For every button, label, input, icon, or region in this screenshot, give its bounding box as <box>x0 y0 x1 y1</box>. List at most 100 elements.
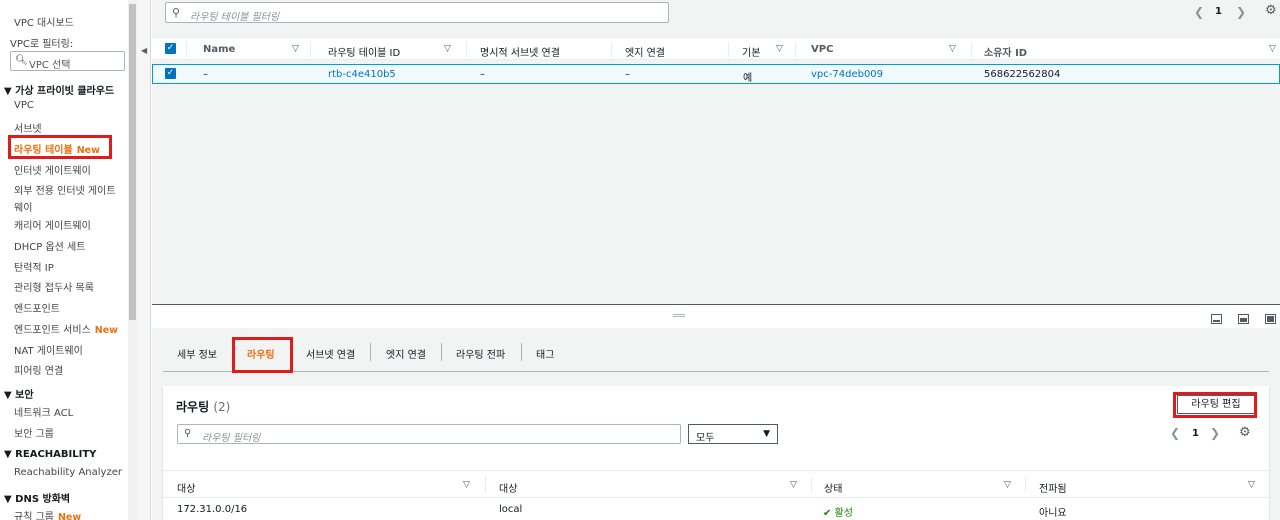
search-icon: ⚲ <box>172 6 181 19</box>
sidebar-item-reachability-analyzer[interactable]: Reachability Analyzer <box>14 467 122 478</box>
gear-icon[interactable]: ⚙ <box>1265 3 1277 18</box>
sidebar-item-endpoints[interactable]: 엔드포인트 <box>14 300 60 315</box>
routes-card: 라우팅 (2) 라우팅 편집 ⚲ 라우팅 필터링 모두 ▼ ❮ 1 ❯ ⚙ 대상… <box>163 386 1269 520</box>
sidebar-item-security-groups[interactable]: 보안 그룹 <box>14 425 54 440</box>
cell-vpc[interactable]: vpc-74deb009 <box>811 69 883 80</box>
routes-page-number[interactable]: 1 <box>1192 428 1199 439</box>
section-dns-firewall[interactable]: ▼ DNS 방화벽 <box>4 490 70 505</box>
select-all-checkbox[interactable]: ✓ <box>165 43 176 54</box>
route-filter-input[interactable]: ⚲ 라우팅 필터링 <box>177 424 681 444</box>
sidebar-item-dashboard[interactable]: VPC 대시보드 <box>14 14 74 29</box>
col-edge[interactable]: 엣지 연결 <box>625 44 665 59</box>
col-vpc[interactable]: VPC <box>811 44 833 55</box>
search-icon: 🔍︎ <box>15 55 28 66</box>
sidebar-item-rule-groups[interactable]: 규칙 그룹 New <box>14 508 81 520</box>
sort-icon[interactable]: ▽ <box>444 44 451 54</box>
sort-icon[interactable]: ▽ <box>776 44 783 54</box>
sidebar-item-eip[interactable]: 탄력적 IP <box>14 259 54 274</box>
new-badge: New <box>57 512 82 520</box>
sort-icon[interactable]: ▽ <box>1248 480 1255 490</box>
highlight-route-tables <box>8 135 112 159</box>
section-reachability[interactable]: ▼ REACHABILITY <box>4 449 96 460</box>
sidebar-item-egress-igw[interactable]: 외부 전용 인터넷 게이트 웨이 <box>14 182 116 214</box>
col-destination[interactable]: 대상 <box>177 480 195 495</box>
sort-icon[interactable]: ▽ <box>949 44 956 54</box>
sidebar: VPC 대시보드 VPC로 필터링: 🔍︎ VPC 선택 ▼ 가상 프라이빗 클… <box>0 0 128 520</box>
cell-destination: 172.31.0.0/16 <box>177 504 248 515</box>
dropdown-value: 모두 <box>696 433 715 444</box>
col-owner[interactable]: 소유자 ID <box>984 44 1027 59</box>
cell-rtb-id[interactable]: rtb-c4e410b5 <box>328 69 396 80</box>
sidebar-scrollbar-thumb[interactable] <box>129 4 136 320</box>
table-row: 172.31.0.0/16 local ✔ 활성 아니요 <box>163 500 1269 520</box>
sidebar-item-prefix-lists[interactable]: 관리형 접두사 목록 <box>14 279 94 294</box>
col-status[interactable]: 상태 <box>824 480 842 495</box>
sidebar-item-carrier-gateways[interactable]: 캐리어 게이트웨이 <box>14 217 91 232</box>
sort-icon[interactable]: ▽ <box>1269 44 1276 54</box>
tab-route-propagation[interactable]: 라우팅 전파 <box>456 346 505 361</box>
rule-groups-label: 규칙 그룹 <box>14 512 54 520</box>
sidebar-collapse-toggle[interactable]: ◀ <box>137 0 151 520</box>
col-main[interactable]: 기본 <box>742 44 760 59</box>
sidebar-item-nat[interactable]: NAT 게이트웨이 <box>14 342 83 357</box>
sort-icon[interactable]: ▽ <box>1004 480 1011 490</box>
caret-down-icon: ▼ <box>763 429 770 439</box>
sort-icon[interactable]: ▽ <box>292 44 299 54</box>
sidebar-item-nacl[interactable]: 네트워크 ACL <box>14 404 73 419</box>
vpc-select-placeholder: VPC 선택 <box>29 60 71 71</box>
vpc-filter-label: VPC로 필터링: <box>10 39 74 50</box>
sidebar-item-internet-gateways[interactable]: 인터넷 게이트웨이 <box>14 162 91 177</box>
cell-target: local <box>499 504 523 515</box>
tab-tags[interactable]: 태그 <box>536 346 554 361</box>
prev-page-icon[interactable]: ❮ <box>1194 5 1204 19</box>
route-table-filter-input[interactable]: ⚲ 라우팅 테이블 필터링 <box>165 2 669 23</box>
sidebar-item-subnets[interactable]: 서브넷 <box>14 120 42 135</box>
gear-icon[interactable]: ⚙ <box>1239 425 1251 440</box>
cell-propagated: 아니요 <box>1039 508 1067 519</box>
tab-details[interactable]: 세부 정보 <box>177 346 217 361</box>
caret-left-icon: ◀ <box>141 46 148 55</box>
route-table-header: ✓ Name ▽ 라우팅 테이블 ID ▽ 명시적 서브넷 연결 엣지 연결 기… <box>152 37 1280 60</box>
new-badge: New <box>94 325 118 336</box>
row-checkbox[interactable]: ✓ <box>165 68 176 79</box>
sidebar-item-dhcp[interactable]: DHCP 옵션 세트 <box>14 238 85 253</box>
panel-bottom-icon[interactable] <box>1211 314 1222 324</box>
vpc-select[interactable]: 🔍︎ VPC 선택 <box>10 51 125 71</box>
col-propagated[interactable]: 전파됨 <box>1039 480 1067 495</box>
section-vpc[interactable]: ▼ 가상 프라이빗 클라우드 <box>4 82 114 97</box>
tab-subnet-associations[interactable]: 서브넷 연결 <box>306 346 355 361</box>
table-row[interactable]: ✓ – rtb-c4e410b5 – – 예 vpc-74deb009 5686… <box>152 64 1280 84</box>
cell-status: ✔ 활성 <box>823 504 853 519</box>
status-text: 활성 <box>834 508 853 519</box>
sort-icon[interactable]: ▽ <box>463 480 470 490</box>
next-page-icon[interactable]: ❯ <box>1236 5 1246 19</box>
col-target[interactable]: 대상 <box>499 480 517 495</box>
route-table-details: 세부 정보 라우팅 서브넷 연결 엣지 연결 라우팅 전파 태그 라우팅 (2)… <box>152 328 1280 520</box>
routes-title-text: 라우팅 <box>176 400 210 414</box>
next-page-icon[interactable]: ❯ <box>1210 426 1220 440</box>
egress-igw-line1: 외부 전용 인터넷 게이트 <box>14 186 116 197</box>
cell-main: 예 <box>743 73 753 84</box>
endpoint-services-label: 엔드포인트 서비스 <box>14 325 91 336</box>
prev-page-icon[interactable]: ❮ <box>1170 426 1180 440</box>
route-status-dropdown[interactable]: 모두 ▼ <box>688 424 778 444</box>
vpc-console: VPC 대시보드 VPC로 필터링: 🔍︎ VPC 선택 ▼ 가상 프라이빗 클… <box>0 0 1280 520</box>
panel-half-icon[interactable] <box>1238 314 1249 324</box>
split-panel-divider[interactable] <box>152 304 1280 328</box>
section-security[interactable]: ▼ 보안 <box>4 386 34 401</box>
drag-handle-icon[interactable] <box>673 314 685 317</box>
sidebar-item-peering[interactable]: 피어링 연결 <box>14 362 63 377</box>
cell-name: – <box>203 69 208 80</box>
col-name[interactable]: Name <box>203 44 235 55</box>
col-explicit-subnet[interactable]: 명시적 서브넷 연결 <box>480 44 560 59</box>
sort-icon[interactable]: ▽ <box>790 480 797 490</box>
col-rtb-id[interactable]: 라우팅 테이블 ID <box>328 44 400 59</box>
tab-edge-associations[interactable]: 엣지 연결 <box>386 346 426 361</box>
panel-full-icon[interactable] <box>1265 314 1276 324</box>
sidebar-scrollbar[interactable] <box>128 0 137 520</box>
sidebar-item-endpoint-services[interactable]: 엔드포인트 서비스 New <box>14 321 118 336</box>
cell-edge: – <box>625 69 630 80</box>
route-filter-placeholder: 라우팅 필터링 <box>202 433 261 444</box>
sidebar-item-vpc[interactable]: VPC <box>14 100 34 111</box>
page-number[interactable]: 1 <box>1215 6 1222 17</box>
